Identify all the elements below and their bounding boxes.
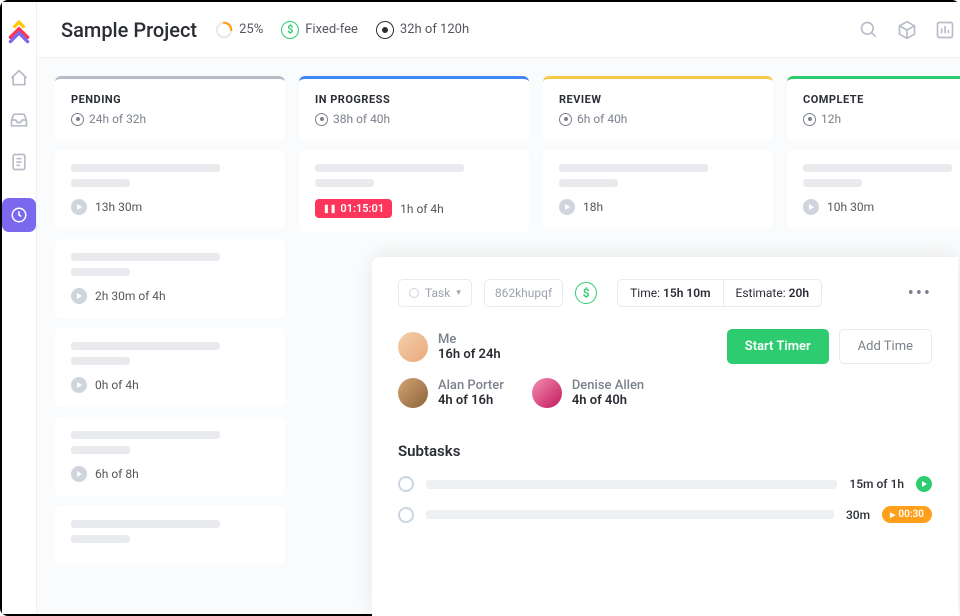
task-card[interactable]: 18h <box>543 150 773 229</box>
subtask-row[interactable]: 30m 00:30 <box>398 506 932 523</box>
play-icon[interactable] <box>71 377 87 393</box>
project-title: Sample Project <box>61 18 197 42</box>
inbox-icon[interactable] <box>9 110 29 130</box>
docs-icon[interactable] <box>9 152 29 172</box>
timer-badge[interactable]: 01:15:01 <box>315 199 392 218</box>
column-header[interactable]: IN PROGRESS 38h of 40h <box>299 76 529 140</box>
target-icon <box>315 113 328 126</box>
target-icon <box>71 113 84 126</box>
time-stat[interactable]: Time: 15h 10m <box>617 279 723 307</box>
column-header[interactable]: COMPLETE 12h <box>787 76 960 140</box>
timer-badge[interactable]: 00:30 <box>882 506 932 523</box>
app-logo <box>6 20 32 46</box>
hours-summary[interactable]: 32h of 120h <box>376 21 469 39</box>
column-pending: PENDING 24h of 32h 13h 30m 2h 30m of 4h … <box>55 76 285 564</box>
play-icon[interactable] <box>803 199 819 215</box>
start-timer-button[interactable]: Start Timer <box>727 329 829 364</box>
sidebar-rail <box>2 2 37 614</box>
avatar[interactable] <box>398 332 428 362</box>
person-row: Me 16h of 24h Start Timer Add Time <box>398 329 932 364</box>
task-selector[interactable]: Task▾ <box>398 279 472 307</box>
dollar-icon: $ <box>281 21 299 39</box>
estimate-stat[interactable]: Estimate: 20h <box>724 279 823 307</box>
radio-icon[interactable] <box>398 507 414 523</box>
task-card[interactable]: 13h 30m <box>55 150 285 229</box>
play-icon[interactable] <box>71 199 87 215</box>
subtask-row[interactable]: 15m of 1h <box>398 476 932 492</box>
chevron-down-icon: ▾ <box>456 288 461 298</box>
task-card[interactable]: 10h 30m <box>787 150 960 229</box>
play-icon[interactable] <box>71 288 87 304</box>
billable-icon[interactable]: $ <box>575 282 597 304</box>
add-time-button[interactable]: Add Time <box>839 329 932 364</box>
play-icon[interactable] <box>71 466 87 482</box>
topbar: Sample Project 25% $ Fixed-fee 32h of 12… <box>37 2 960 58</box>
time-icon[interactable] <box>2 198 36 232</box>
fee-type[interactable]: $ Fixed-fee <box>281 21 358 39</box>
person-row: Alan Porter 4h of 16h <box>398 378 504 408</box>
progress-indicator[interactable]: 25% <box>215 21 263 39</box>
play-icon[interactable] <box>559 199 575 215</box>
play-icon[interactable] <box>916 476 932 492</box>
avatar[interactable] <box>532 378 562 408</box>
search-icon[interactable] <box>859 20 879 40</box>
avatar[interactable] <box>398 378 428 408</box>
person-row: Denise Allen 4h of 40h <box>532 378 644 408</box>
task-id-chip[interactable]: 862khupqf <box>484 279 563 307</box>
task-card[interactable]: 2h 30m of 4h <box>55 239 285 318</box>
home-icon[interactable] <box>9 68 29 88</box>
task-card[interactable]: 0h of 4h <box>55 328 285 407</box>
target-icon <box>376 21 394 39</box>
column-header[interactable]: PENDING 24h of 32h <box>55 76 285 140</box>
box-icon[interactable] <box>897 20 917 40</box>
task-card[interactable] <box>55 506 285 564</box>
chart-icon[interactable] <box>935 20 955 40</box>
task-card[interactable]: 01:15:011h of 4h <box>299 150 529 232</box>
task-detail-panel: Task▾ 862khupqf $ Time: 15h 10m Estimate… <box>372 257 958 616</box>
radio-icon[interactable] <box>398 476 414 492</box>
task-card[interactable]: 6h of 8h <box>55 417 285 496</box>
more-icon[interactable]: ••• <box>908 283 932 304</box>
target-icon <box>559 113 572 126</box>
subtasks-heading: Subtasks <box>398 442 932 460</box>
target-icon <box>803 113 816 126</box>
column-header[interactable]: REVIEW 6h of 40h <box>543 76 773 140</box>
